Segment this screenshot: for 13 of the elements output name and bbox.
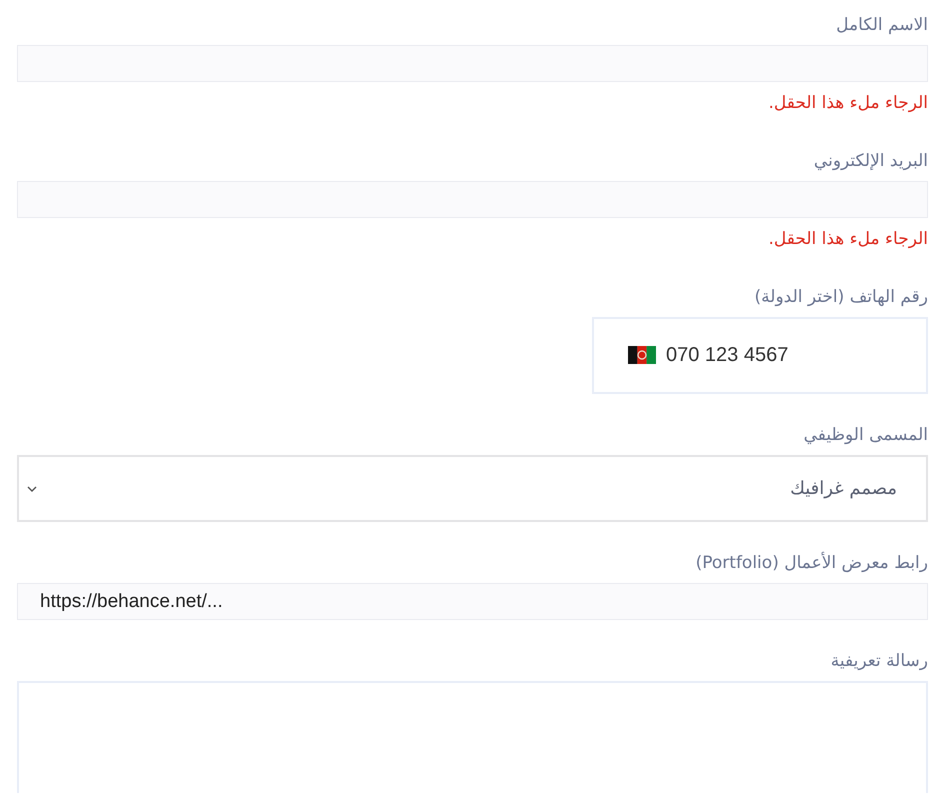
field-label: رقم الهاتف (اختر الدولة) xyxy=(754,286,928,308)
flag-icon xyxy=(628,346,656,364)
field-label: رسالة تعريفية xyxy=(830,650,928,672)
error-message: الرجاء ملء هذا الحقل. xyxy=(767,228,928,250)
field-label: رابط معرض الأعمال (Portfolio) xyxy=(694,552,928,574)
phone-field[interactable]: 070 123 4567 xyxy=(592,317,928,394)
field-label: الاسم الكامل xyxy=(835,14,928,36)
job-title-dropdown[interactable]: مصمم غرافيك xyxy=(17,455,928,522)
input-field[interactable]: https://behance.net/... xyxy=(17,583,928,620)
field-label: المسمى الوظيفي xyxy=(802,424,928,446)
field-label: البريد الإلكتروني xyxy=(812,150,928,172)
chevron-down-icon xyxy=(27,486,37,492)
error-message: الرجاء ملء هذا الحقل. xyxy=(767,92,928,114)
